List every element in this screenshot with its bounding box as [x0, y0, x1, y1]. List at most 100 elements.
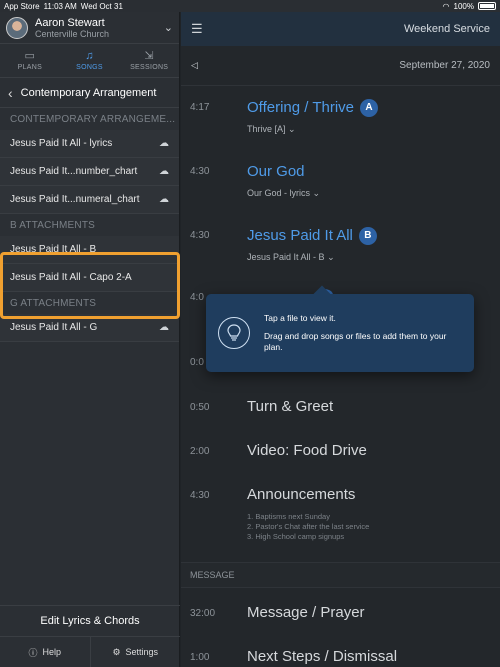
battery-icon [478, 2, 496, 10]
nav-tabs: ▭ PLANS ♫ SONGS ⇲ SESSIONS [0, 44, 179, 78]
plan-item[interactable]: 4:30 Jesus Paid It All B Jesus Paid It Al… [181, 216, 500, 266]
item-attachment[interactable]: Jesus Paid It All - B ⌄ [247, 252, 335, 263]
collapse-triangle-icon[interactable]: ◁ [191, 60, 198, 71]
back-chevron-icon[interactable]: ‹ [8, 85, 13, 101]
file-name: Jesus Paid It...numeral_chart [10, 194, 140, 205]
group-label: B ATTACHMENTS [10, 219, 96, 231]
top-bar: ☰ Weekend Service [181, 12, 500, 46]
file-item[interactable]: Jesus Paid It All - B [0, 236, 179, 264]
plan-item[interactable]: 4:30 Announcements 1. Baptisms next Sund… [181, 480, 500, 560]
avatar [6, 16, 28, 39]
item-length: 32:00 [190, 608, 216, 619]
plan-item[interactable]: 0:50 Turn & Greet [181, 392, 500, 432]
help-label: Help [42, 647, 62, 657]
item-attachment[interactable]: Our God - lyrics ⌄ [247, 188, 320, 199]
item-note: 2. Pastor's Chat after the last service [247, 522, 370, 531]
section-header: MESSAGE [181, 562, 500, 588]
item-title: Announcements [247, 486, 356, 503]
group-label: CONTEMPORARY ARRANGEME... [10, 113, 176, 125]
item-note: 3. High School camp signups [247, 532, 345, 541]
file-name: Jesus Paid It All - lyrics [10, 138, 113, 149]
lightbulb-icon [218, 317, 250, 349]
cloud-download-icon[interactable]: ☁ [159, 138, 169, 149]
file-item[interactable]: Jesus Paid It All - lyrics ☁ [0, 130, 179, 158]
plan-view: ☰ Weekend Service ◁ September 27, 2020 4… [181, 12, 500, 667]
cloud-download-icon[interactable]: ☁ [159, 166, 169, 177]
group-label: G ATTACHMENTS [10, 297, 97, 309]
file-name: Jesus Paid It All - B [10, 244, 97, 255]
back-to-app-label[interactable]: App Store [4, 2, 40, 11]
status-bar: App Store 11:03 AM Wed Oct 31 ◠ 100% [0, 0, 500, 12]
file-name: Jesus Paid It All - Capo 2-A [10, 272, 132, 283]
status-date: Wed Oct 31 [80, 1, 123, 11]
file-item[interactable]: Jesus Paid It All - G ☁ [0, 314, 179, 342]
tab-sessions[interactable]: ⇲ SESSIONS [119, 44, 179, 77]
file-item[interactable]: Jesus Paid It...number_chart ☁ [0, 158, 179, 186]
arrangement-title: Contemporary Arrangement [20, 86, 157, 99]
edit-lyrics-button[interactable]: Edit Lyrics & Chords [0, 605, 180, 637]
help-icon: ⓘ [28, 647, 38, 658]
plan-item[interactable]: 4:17 Offering / Thrive A Thrive [A] ⌄ [181, 88, 500, 138]
item-title: Next Steps / Dismissal [247, 648, 398, 665]
key-badge: B [358, 227, 377, 246]
item-title: Jesus Paid It All B [247, 227, 377, 246]
key-badge: A [360, 99, 378, 118]
file-item[interactable]: Jesus Paid It All - Capo 2-A [0, 264, 179, 292]
item-title-text: Jesus Paid It All [247, 227, 353, 244]
item-attachment[interactable]: Thrive [A] ⌄ [247, 124, 296, 135]
sidebar-footer: Edit Lyrics & Chords ⓘ Help ⚙ Settings [0, 605, 180, 667]
popover-line-2: Drag and drop songs or files to add them… [264, 331, 447, 352]
popover-line-1: Tap a file to view it. [264, 313, 336, 323]
item-title: Offering / Thrive A [247, 99, 378, 118]
gear-icon: ⚙ [112, 646, 121, 657]
item-length: 4:0 [190, 292, 204, 303]
item-note: 1. Baptisms next Sunday [247, 512, 330, 521]
battery-percent: 100% [453, 1, 474, 11]
item-attachment-text: Our God - lyrics [247, 188, 311, 198]
item-attachment-text: Thrive [A] [247, 124, 286, 134]
item-title-text: Offering / Thrive [247, 99, 354, 116]
item-attachment-text: Jesus Paid It All - B [247, 252, 325, 262]
item-length: 2:00 [190, 446, 210, 457]
tab-plans[interactable]: ▭ PLANS [0, 44, 60, 77]
tab-songs[interactable]: ♫ SONGS [60, 44, 120, 77]
chevron-down-icon: ⌄ [288, 124, 296, 134]
profile-header[interactable]: Aaron Stewart Centerville Church ⌄ [0, 12, 179, 44]
item-length: 0:0 [190, 357, 204, 368]
sidebar: Aaron Stewart Centerville Church ⌄ ▭ PLA… [0, 12, 180, 667]
cloud-download-icon[interactable]: ☁ [159, 322, 169, 333]
chevron-down-icon: ⌄ [312, 188, 321, 198]
settings-label: Settings [125, 647, 159, 657]
status-time: 11:03 AM [43, 1, 77, 11]
plan-item[interactable]: 4:30 Our God Our God - lyrics ⌄ [181, 152, 500, 202]
wifi-icon: ◠ [442, 1, 450, 11]
help-button[interactable]: ⓘ Help [0, 637, 90, 667]
hint-popover[interactable]: Tap a file to view it. Drag and drop son… [206, 285, 474, 372]
chevron-down-icon[interactable]: ⌄ [164, 21, 173, 34]
item-length: 0:50 [190, 402, 210, 413]
plan-item[interactable]: 2:00 Video: Food Drive [181, 436, 500, 476]
item-length: 1:00 [190, 652, 210, 663]
plan-item[interactable]: 32:00 Message / Prayer [181, 598, 500, 638]
chevron-down-icon: ⌄ [327, 252, 335, 262]
church-name: Centerville Church [35, 28, 110, 39]
tab-songs-label: SONGS [76, 63, 103, 71]
service-title: Weekend Service [403, 23, 490, 35]
plan-item[interactable]: 1:00 Next Steps / Dismissal [181, 642, 500, 667]
menu-icon[interactable]: ☰ [191, 21, 203, 37]
sessions-icon: ⇲ [144, 49, 154, 62]
item-title: Our God [247, 163, 305, 180]
settings-button[interactable]: ⚙ Settings [89, 637, 181, 667]
item-length: 4:30 [190, 490, 210, 501]
item-title: Message / Prayer [247, 604, 365, 621]
tab-plans-label: PLANS [17, 63, 43, 71]
file-item[interactable]: Jesus Paid It...numeral_chart ☁ [0, 186, 179, 214]
date-bar: ◁ September 27, 2020 [181, 46, 500, 86]
cloud-download-icon[interactable]: ☁ [159, 194, 169, 205]
item-length: 4:30 [190, 166, 210, 177]
file-name: Jesus Paid It All - G [10, 322, 98, 333]
file-name: Jesus Paid It...number_chart [10, 166, 138, 177]
arrangement-header[interactable]: ‹ Contemporary Arrangement [0, 78, 179, 108]
tab-sessions-label: SESSIONS [130, 63, 169, 71]
item-title: Video: Food Drive [247, 442, 367, 459]
